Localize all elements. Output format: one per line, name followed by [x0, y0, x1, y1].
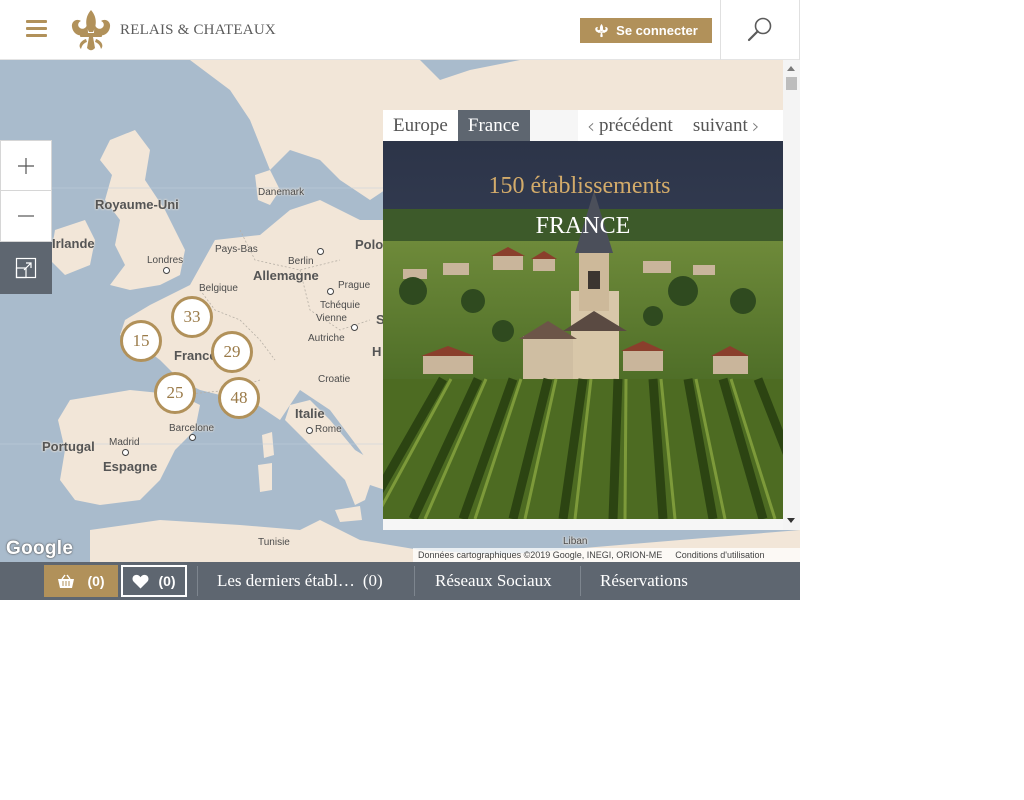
map-label-tunisie: Tunisie: [258, 537, 290, 548]
zoom-out-button[interactable]: [0, 191, 52, 242]
city-marker: [327, 288, 334, 295]
search-button[interactable]: [720, 0, 800, 60]
country-title: FRANCE: [535, 213, 631, 239]
region-tabs: Europe France: [383, 110, 530, 141]
city-marker: [189, 434, 196, 441]
map-label-portugal: Portugal: [42, 439, 95, 454]
cluster-marker[interactable]: 25: [154, 372, 196, 414]
google-logo: Google: [6, 538, 74, 559]
previous-button[interactable]: ‹ précédent: [587, 114, 673, 138]
map-label-danemark: Danemark: [258, 187, 305, 198]
fleur-de-lis-icon: [595, 23, 608, 38]
top-header: RELAIS & CHATEAUX Se connecter: [0, 0, 800, 60]
minus-icon: [18, 215, 34, 217]
brand-name: RELAIS & CHATEAUX: [120, 21, 276, 38]
map-label-belgique: Belgique: [199, 283, 238, 294]
basket-icon: [58, 574, 75, 588]
map-data-credit: Données cartographiques ©2019 Google, IN…: [418, 550, 663, 560]
social-networks-link[interactable]: Réseaux Sociaux: [435, 562, 552, 600]
plus-icon: [18, 157, 34, 174]
map-label-madrid: Madrid: [109, 437, 140, 448]
fullscreen-icon: [15, 257, 37, 279]
fullscreen-button[interactable]: [0, 242, 52, 294]
basket-count: (0): [87, 573, 105, 589]
next-button[interactable]: suivant ›: [693, 114, 760, 138]
basket-button[interactable]: (0): [44, 565, 118, 597]
map-label-allemagne: Allemagne: [253, 268, 319, 283]
scroll-down-arrow-icon[interactable]: [787, 518, 795, 523]
login-button[interactable]: Se connecter: [580, 18, 712, 43]
hamburger-icon[interactable]: [26, 20, 47, 37]
scroll-thumb[interactable]: [786, 77, 797, 90]
map-label-italie: Italie: [295, 406, 325, 421]
map-label-autriche: Autriche: [308, 333, 345, 344]
bottom-bar: (0) (0) Les derniers établ… (0) Réseaux …: [0, 562, 800, 600]
separator: [414, 566, 415, 596]
cluster-marker[interactable]: 15: [120, 320, 162, 362]
heart-icon: [132, 574, 149, 588]
map-label-barcelone: Barcelone: [169, 423, 215, 434]
map-label-croatie: Croatie: [318, 374, 351, 385]
favorites-button[interactable]: (0): [121, 565, 187, 597]
destination-panel: Europe France ‹ précédent suivant › 150 …: [383, 110, 783, 530]
zoom-in-button[interactable]: [0, 140, 52, 191]
city-marker: [163, 267, 170, 274]
map-label-pays-bas: Pays-Bas: [215, 244, 258, 255]
search-icon: [747, 17, 772, 42]
map-label-h: H: [372, 344, 382, 359]
map-label-berlin: Berlin: [288, 256, 314, 267]
region-photo[interactable]: 150 établissements FRANCE: [383, 141, 783, 519]
map-label-rome: Rome: [315, 424, 342, 435]
tab-france[interactable]: France: [457, 110, 530, 141]
cluster-marker[interactable]: 48: [218, 377, 260, 419]
next-label: suivant: [692, 114, 748, 136]
map-label-vienne: Vienne: [316, 313, 347, 324]
city-marker: [351, 324, 358, 331]
panel-scrollbar[interactable]: [783, 60, 800, 530]
map-attribution: Données cartographiques ©2019 Google, IN…: [413, 548, 800, 562]
separator: [197, 566, 198, 596]
map-label-londres: Londres: [147, 255, 184, 266]
city-marker: [317, 248, 324, 255]
terms-link[interactable]: Conditions d'utilisation: [675, 550, 764, 560]
map-label-irlande: Irlande: [52, 236, 95, 251]
chevron-left-icon: ‹: [587, 113, 595, 138]
map-label-prague: Prague: [338, 280, 371, 291]
map-label-espagne: Espagne: [103, 459, 158, 474]
panel-pager: ‹ précédent suivant ›: [578, 110, 783, 141]
latest-count: (0): [362, 571, 383, 590]
favorites-count: (0): [158, 573, 176, 589]
latest-establishments-link[interactable]: Les derniers établ… (0): [217, 562, 383, 600]
tab-europe[interactable]: Europe: [383, 110, 458, 141]
establishments-count: 150 établissements: [488, 173, 671, 199]
reservations-link[interactable]: Réservations: [600, 562, 688, 600]
cluster-marker[interactable]: 33: [171, 296, 213, 338]
map-label-liban: Liban: [563, 536, 588, 547]
map-zoom-controls: [0, 140, 52, 294]
map-label-royaume-uni: Royaume-Uni: [95, 197, 179, 212]
separator: [580, 566, 581, 596]
city-marker: [122, 449, 129, 456]
fleur-de-lis-icon: [71, 10, 111, 51]
brand-logo[interactable]: RELAIS & CHATEAUX: [68, 8, 276, 52]
map-label-polo: Polo: [355, 237, 384, 252]
chevron-right-icon: ›: [751, 113, 760, 138]
previous-label: précédent: [599, 114, 673, 136]
login-label: Se connecter: [616, 23, 698, 38]
map-label-tcheque: Tchéquie: [320, 300, 361, 311]
city-marker: [306, 427, 313, 434]
cluster-marker[interactable]: 29: [211, 331, 253, 373]
scroll-up-arrow-icon[interactable]: [787, 66, 795, 71]
latest-label: Les derniers établ…: [217, 571, 355, 590]
